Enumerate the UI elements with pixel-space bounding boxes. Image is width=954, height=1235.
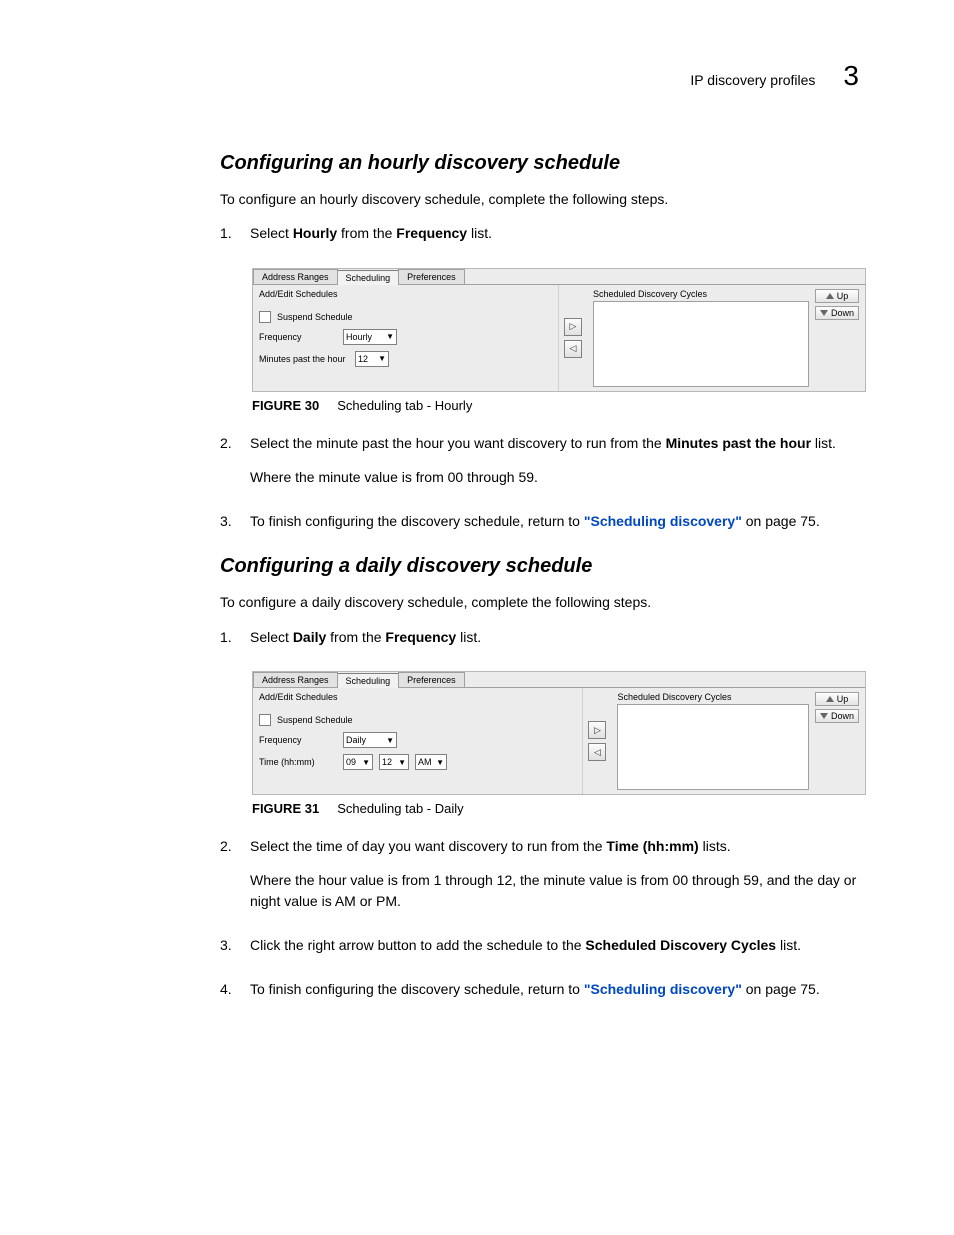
- list-number: 2.: [220, 433, 236, 502]
- scheduled-cycles-list[interactable]: [617, 704, 809, 790]
- figure-caption: FIGURE 31Scheduling tab - Daily: [252, 801, 859, 816]
- suspend-label: Suspend Schedule: [277, 715, 353, 725]
- list-number: 1.: [220, 223, 236, 257]
- left-panel-title: Add/Edit Schedules: [259, 289, 552, 299]
- list-item: 1. Select Hourly from the Frequency list…: [220, 223, 859, 257]
- add-right-button[interactable]: ▷: [564, 318, 582, 336]
- suspend-checkbox[interactable]: [259, 714, 271, 726]
- minutes-past-hour-dropdown[interactable]: 12 ▼: [355, 351, 389, 367]
- list-item: 3. Click the right arrow button to add t…: [220, 935, 859, 969]
- frequency-label: Frequency: [259, 735, 337, 745]
- chevron-down-icon: ▼: [386, 736, 394, 745]
- tab-scheduling[interactable]: Scheduling: [337, 673, 400, 688]
- move-down-button[interactable]: Down: [815, 709, 859, 723]
- chevron-down-icon: ▼: [386, 332, 394, 341]
- suspend-label: Suspend Schedule: [277, 312, 353, 322]
- minutes-past-hour-label: Minutes past the hour: [259, 354, 349, 364]
- section-intro: To configure an hourly discovery schedul…: [220, 189, 859, 209]
- tab-address-ranges[interactable]: Address Ranges: [253, 269, 338, 284]
- frequency-dropdown[interactable]: Hourly ▼: [343, 329, 397, 345]
- scheduling-discovery-link[interactable]: "Scheduling discovery": [584, 981, 742, 997]
- right-panel-title: Scheduled Discovery Cycles: [593, 289, 809, 299]
- suspend-checkbox[interactable]: [259, 311, 271, 323]
- triangle-up-icon: [826, 696, 834, 702]
- tab-preferences[interactable]: Preferences: [398, 672, 465, 687]
- list-number: 3.: [220, 935, 236, 969]
- chevron-down-icon: ▼: [378, 354, 386, 363]
- move-down-button[interactable]: Down: [815, 306, 859, 320]
- time-ampm-dropdown[interactable]: AM ▼: [415, 754, 447, 770]
- triangle-down-icon: [820, 713, 828, 719]
- triangle-up-icon: [826, 293, 834, 299]
- tab-address-ranges[interactable]: Address Ranges: [253, 672, 338, 687]
- list-number: 2.: [220, 836, 236, 925]
- list-item: 4. To finish configuring the discovery s…: [220, 979, 859, 1013]
- time-mm-dropdown[interactable]: 12 ▼: [379, 754, 409, 770]
- chevron-down-icon: ▼: [362, 758, 370, 767]
- chevron-down-icon: ▼: [436, 758, 444, 767]
- time-label: Time (hh:mm): [259, 757, 337, 767]
- list-item: 3. To finish configuring the discovery s…: [220, 511, 859, 545]
- list-number: 1.: [220, 627, 236, 661]
- section-heading-daily: Configuring a daily discovery schedule: [220, 555, 859, 578]
- left-panel-title: Add/Edit Schedules: [259, 692, 576, 702]
- section-intro: To configure a daily discovery schedule,…: [220, 592, 859, 612]
- tab-scheduling[interactable]: Scheduling: [337, 270, 400, 285]
- figure-31-screenshot: Address Ranges Scheduling Preferences Ad…: [252, 671, 866, 795]
- right-panel-title: Scheduled Discovery Cycles: [617, 692, 809, 702]
- figure-caption: FIGURE 30Scheduling tab - Hourly: [252, 398, 859, 413]
- move-up-button[interactable]: Up: [815, 289, 859, 303]
- triangle-down-icon: [820, 310, 828, 316]
- frequency-dropdown[interactable]: Daily ▼: [343, 732, 397, 748]
- move-up-button[interactable]: Up: [815, 692, 859, 706]
- page-header: IP discovery profiles 3: [220, 60, 859, 92]
- time-hh-dropdown[interactable]: 09 ▼: [343, 754, 373, 770]
- figure-30-screenshot: Address Ranges Scheduling Preferences Ad…: [252, 268, 866, 392]
- scheduled-cycles-list[interactable]: [593, 301, 809, 387]
- list-number: 4.: [220, 979, 236, 1013]
- list-item: 2. Select the minute past the hour you w…: [220, 433, 859, 502]
- tab-preferences[interactable]: Preferences: [398, 269, 465, 284]
- document-page: IP discovery profiles 3 Configuring an h…: [0, 0, 954, 1235]
- remove-left-button[interactable]: ◁: [588, 743, 606, 761]
- chevron-down-icon: ▼: [398, 758, 406, 767]
- header-chapter: 3: [843, 60, 859, 92]
- list-item: 1. Select Daily from the Frequency list.: [220, 627, 859, 661]
- scheduling-discovery-link[interactable]: "Scheduling discovery": [584, 513, 742, 529]
- list-item: 2. Select the time of day you want disco…: [220, 836, 859, 925]
- frequency-label: Frequency: [259, 332, 337, 342]
- section-heading-hourly: Configuring an hourly discovery schedule: [220, 152, 859, 175]
- remove-left-button[interactable]: ◁: [564, 340, 582, 358]
- header-section: IP discovery profiles: [690, 72, 815, 88]
- add-right-button[interactable]: ▷: [588, 721, 606, 739]
- list-number: 3.: [220, 511, 236, 545]
